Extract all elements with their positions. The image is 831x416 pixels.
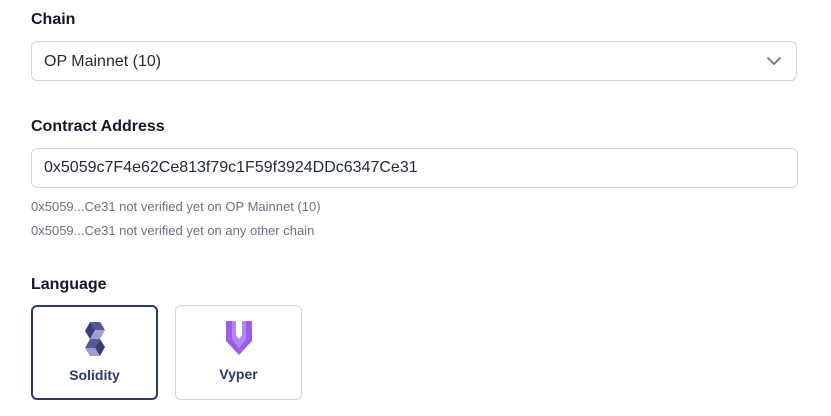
- contract-address-input[interactable]: [31, 148, 798, 188]
- chevron-down-icon: [767, 57, 781, 65]
- language-option-label: Solidity: [69, 367, 120, 383]
- language-option-solidity[interactable]: Solidity: [31, 305, 158, 400]
- contract-address-label: Contract Address: [31, 118, 165, 135]
- language-label: Language: [31, 276, 107, 293]
- verification-status-other: 0x5059...Ce31 not verified yet on any ot…: [31, 223, 315, 238]
- chain-select-value: OP Mainnet (10): [44, 53, 162, 70]
- solidity-icon: [84, 322, 105, 356]
- verification-status-chain: 0x5059...Ce31 not verified yet on OP Mai…: [31, 199, 321, 214]
- language-option-vyper[interactable]: Vyper: [175, 305, 302, 400]
- chain-select[interactable]: OP Mainnet (10): [31, 41, 797, 81]
- chain-label: Chain: [31, 11, 76, 28]
- language-option-label: Vyper: [219, 366, 258, 382]
- vyper-icon: [225, 321, 252, 355]
